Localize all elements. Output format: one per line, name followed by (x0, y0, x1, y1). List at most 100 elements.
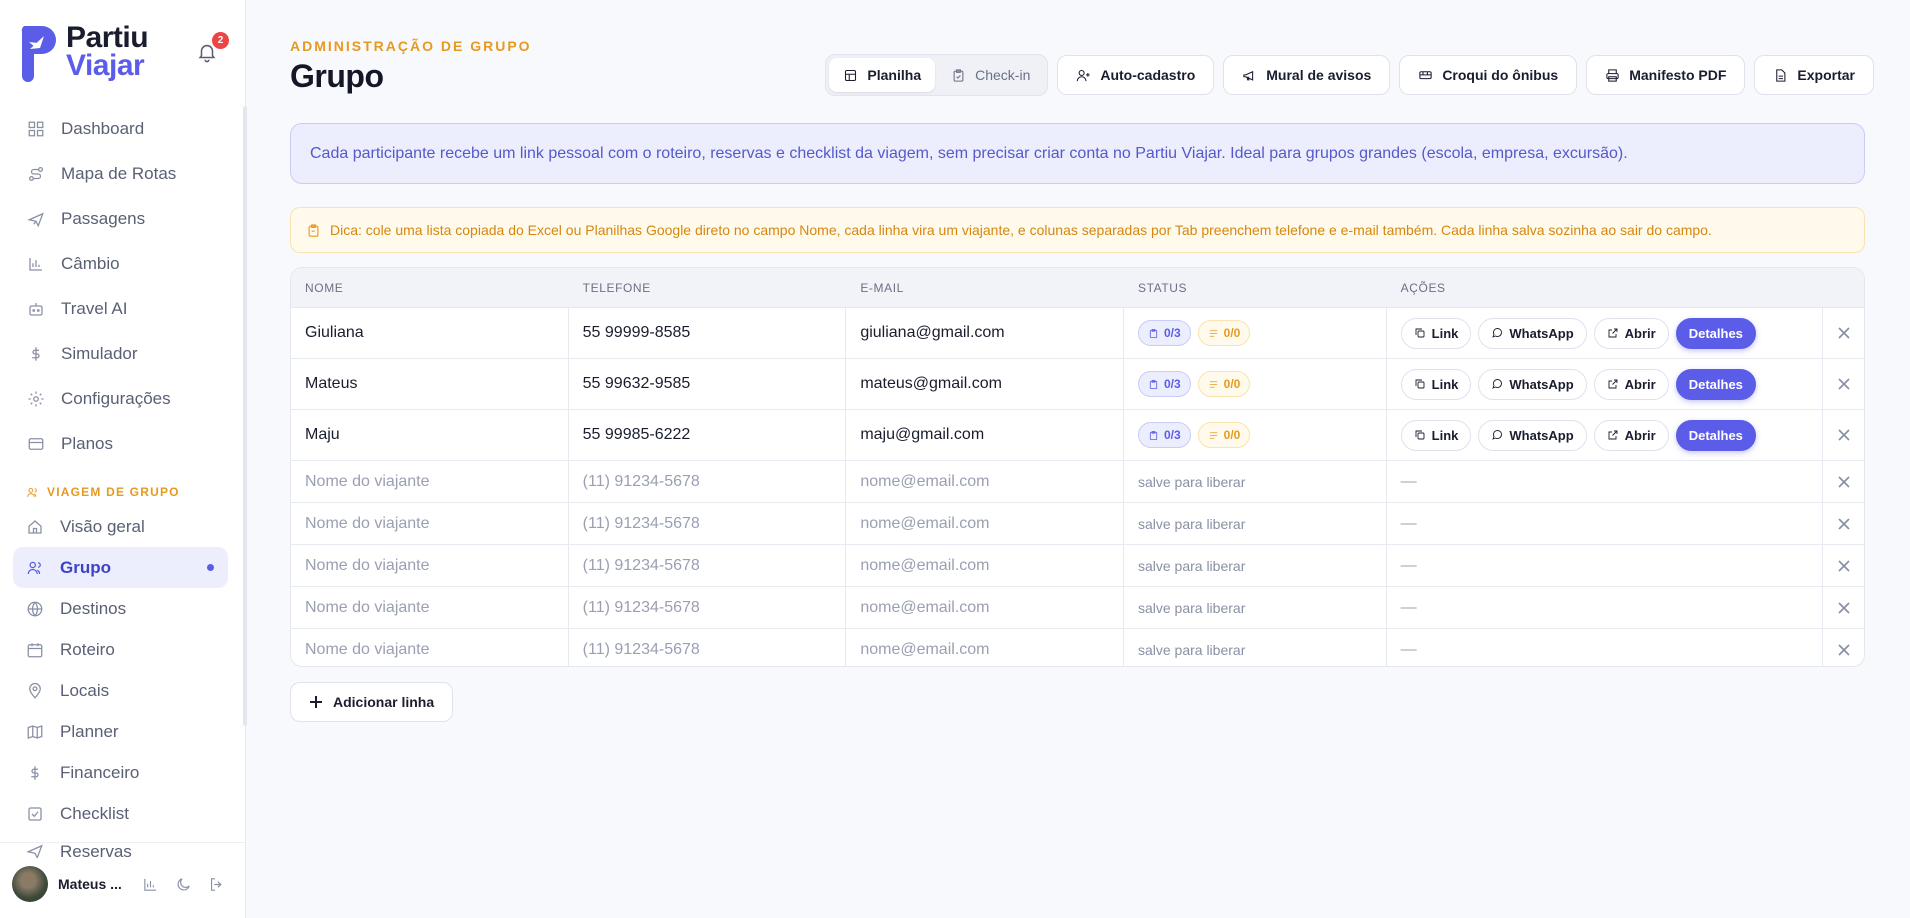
manifesto-pdf-button[interactable]: Manifesto PDF (1586, 55, 1746, 95)
avatar[interactable] (12, 866, 48, 902)
sidebar-item-reservas[interactable]: Reservas (13, 834, 228, 858)
tab-planilha[interactable]: Planilha (829, 58, 936, 92)
sidebar-item-simulador[interactable]: Simulador (14, 331, 228, 376)
tip-text: Dica: cole uma lista copiada do Excel ou… (330, 222, 1712, 238)
details-button[interactable]: Detalhes (1675, 419, 1756, 451)
copy-link-button[interactable]: Link (1400, 368, 1472, 400)
close-icon[interactable] (1837, 601, 1851, 615)
nome-cell[interactable]: Giuliana (291, 308, 569, 358)
telefone-input[interactable]: (11) 91234-5678 (569, 503, 847, 544)
brand-logo[interactable]: Partiu Viajar (16, 22, 149, 82)
actions-cell: — (1387, 503, 1824, 544)
view-toggle: Planilha Check-in (825, 54, 1049, 96)
sidebar-item-mapa-de-rotas[interactable]: Mapa de Rotas (14, 151, 228, 196)
nome-input[interactable]: Nome do viajante (291, 629, 569, 666)
sidebar-item-planos[interactable]: Planos (14, 421, 228, 466)
table-row-empty: Nome do viajante (11) 91234-5678 nome@em… (291, 545, 1864, 587)
email-cell[interactable]: giuliana@gmail.com (846, 308, 1124, 358)
croqui-button[interactable]: Croqui do ônibus (1399, 55, 1578, 95)
bar-chart-icon[interactable] (142, 876, 159, 893)
nome-input[interactable]: Nome do viajante (291, 587, 569, 628)
whatsapp-button[interactable]: WhatsApp (1478, 419, 1587, 451)
sidebar-item-cambio[interactable]: Câmbio (14, 241, 228, 286)
nome-input[interactable]: Nome do viajante (291, 545, 569, 586)
sidebar-item-label: Travel AI (61, 298, 128, 318)
copy-link-button[interactable]: Link (1400, 317, 1472, 349)
sidebar-item-destinos[interactable]: Destinos (13, 588, 228, 629)
sidebar-item-grupo[interactable]: Grupo (13, 547, 228, 588)
sidebar-item-visao-geral[interactable]: Visão geral (13, 506, 228, 547)
logout-icon[interactable] (208, 876, 225, 893)
remove-row-cell (1823, 503, 1864, 544)
sidebar-item-label: Mapa de Rotas (61, 163, 177, 183)
open-button[interactable]: Abrir (1593, 368, 1669, 400)
nome-cell[interactable]: Maju (291, 410, 569, 460)
add-row-button[interactable]: Adicionar linha (290, 682, 454, 722)
close-icon[interactable] (1837, 517, 1851, 531)
plus-icon (310, 696, 322, 708)
table-header: NOME TELEFONE E-MAIL STATUS AÇÕES (291, 268, 1864, 308)
status-cell: 0/3 0/0 (1124, 308, 1387, 358)
sidebar-item-label: Simulador (61, 343, 138, 363)
clipboard-icon (1149, 379, 1158, 389)
sidebar-item-planner[interactable]: Planner (13, 711, 228, 752)
checklist-status-badge: 0/3 (1137, 320, 1191, 346)
sidebar-item-travel-ai[interactable]: Travel AI (14, 286, 228, 331)
moon-icon[interactable] (175, 876, 192, 893)
details-button[interactable]: Detalhes (1675, 317, 1756, 349)
close-icon[interactable] (1837, 377, 1851, 391)
close-icon[interactable] (1837, 643, 1851, 657)
email-input[interactable]: nome@email.com (846, 587, 1124, 628)
telefone-cell[interactable]: 55 99999-8585 (569, 308, 847, 358)
sidebar-item-locais[interactable]: Locais (13, 670, 228, 711)
details-button[interactable]: Detalhes (1675, 368, 1756, 400)
open-button[interactable]: Abrir (1593, 419, 1669, 451)
status-value: 0/3 (1163, 377, 1181, 391)
tip-banner: Dica: cole uma lista copiada do Excel ou… (290, 207, 1865, 253)
button-label: Abrir (1624, 427, 1656, 443)
sidebar-scrollbar[interactable] (243, 106, 247, 726)
nome-cell[interactable]: Mateus (291, 359, 569, 409)
close-icon[interactable] (1837, 428, 1851, 442)
telefone-input[interactable]: (11) 91234-5678 (569, 545, 847, 586)
open-button[interactable]: Abrir (1593, 317, 1669, 349)
copy-link-button[interactable]: Link (1400, 419, 1472, 451)
whatsapp-button[interactable]: WhatsApp (1478, 368, 1587, 400)
button-label: Abrir (1624, 376, 1656, 392)
sidebar-item-financeiro[interactable]: Financeiro (13, 752, 228, 793)
page-title: Grupo (290, 58, 384, 94)
column-header-status: STATUS (1137, 280, 1188, 295)
actions-cell: — (1387, 587, 1824, 628)
telefone-input[interactable]: (11) 91234-5678 (569, 587, 847, 628)
nome-input[interactable]: Nome do viajante (291, 503, 569, 544)
email-cell[interactable]: maju@gmail.com (846, 410, 1124, 460)
email-input[interactable]: nome@email.com (846, 545, 1124, 586)
button-label: Croqui do ônibus (1442, 67, 1559, 83)
button-label: Abrir (1624, 325, 1656, 341)
telefone-cell[interactable]: 55 99985-6222 (569, 410, 847, 460)
email-input[interactable]: nome@email.com (846, 461, 1124, 502)
telefone-input[interactable]: (11) 91234-5678 (569, 461, 847, 502)
tab-checkin[interactable]: Check-in (937, 58, 1044, 92)
calendar-icon (27, 642, 43, 657)
email-cell[interactable]: mateus@gmail.com (846, 359, 1124, 409)
sidebar-item-configuracoes[interactable]: Configurações (14, 376, 228, 421)
email-input[interactable]: nome@email.com (846, 503, 1124, 544)
nome-input[interactable]: Nome do viajante (291, 461, 569, 502)
sidebar-item-roteiro[interactable]: Roteiro (13, 629, 228, 670)
users-icon (27, 487, 37, 497)
auto-cadastro-button[interactable]: Auto-cadastro (1057, 55, 1215, 95)
close-icon[interactable] (1837, 475, 1851, 489)
sidebar-item-dashboard[interactable]: Dashboard (14, 106, 228, 151)
telefone-input[interactable]: (11) 91234-5678 (569, 629, 847, 666)
exportar-button[interactable]: Exportar (1754, 55, 1874, 95)
sidebar-item-checklist[interactable]: Checklist (13, 793, 228, 834)
user-profile[interactable]: Mateus ... (12, 864, 232, 904)
sidebar-item-passagens[interactable]: Passagens (14, 196, 228, 241)
close-icon[interactable] (1837, 559, 1851, 573)
close-icon[interactable] (1837, 326, 1851, 340)
email-input[interactable]: nome@email.com (846, 629, 1124, 666)
telefone-cell[interactable]: 55 99632-9585 (569, 359, 847, 409)
whatsapp-button[interactable]: WhatsApp (1478, 317, 1587, 349)
mural-button[interactable]: Mural de avisos (1223, 55, 1391, 95)
